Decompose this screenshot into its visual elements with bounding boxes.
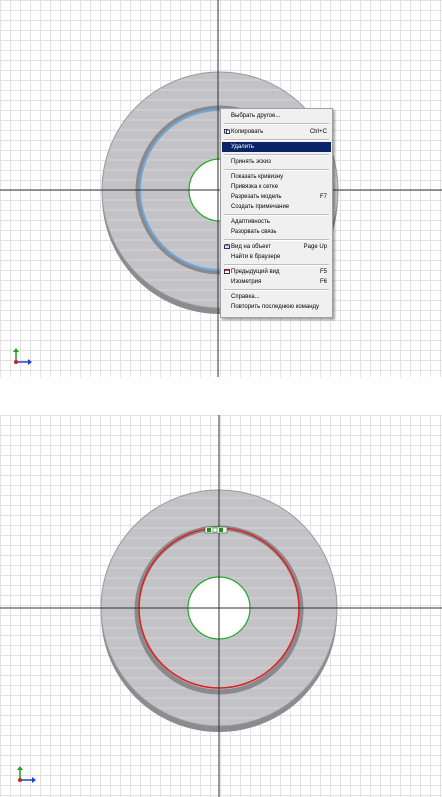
constraint-glyph-icon[interactable] [204, 526, 228, 534]
menu-separator [224, 289, 329, 291]
menu-item-adaptive[interactable]: Адаптивность [222, 217, 331, 227]
menu-item-isometric[interactable]: Изометрия F6 [222, 277, 331, 287]
context-menu[interactable]: Выбрать другое... Копировать Ctrl+C Удали… [220, 108, 333, 318]
menu-item-look-at[interactable]: Вид на объект Page Up [222, 242, 331, 252]
menu-item-show-curvature[interactable]: Показать кривизну [222, 172, 331, 182]
menu-separator [224, 169, 329, 171]
menu-item-break-link[interactable]: Разорвать связь [222, 227, 331, 237]
menu-item-snap-to-grid[interactable]: Привязка к сетке [222, 182, 331, 192]
menu-item-repeat-last-command[interactable]: Повторить последнюю команду [222, 302, 331, 312]
menu-separator [224, 139, 329, 141]
menu-separator [224, 123, 329, 125]
sketch-viewport-top[interactable]: Выбрать другое... Копировать Ctrl+C Удали… [0, 0, 442, 377]
menu-item-accept-sketch[interactable]: Принять эскиз [222, 157, 331, 167]
coordinate-triad-icon [17, 766, 36, 783]
menu-item-create-note[interactable]: Создать примечание [222, 202, 331, 212]
menu-separator [224, 154, 329, 156]
previous-view-icon [224, 269, 230, 274]
menu-item-delete[interactable]: Удалить [222, 142, 331, 152]
menu-item-select-other[interactable]: Выбрать другое... [222, 111, 331, 121]
menu-item-find-in-browser[interactable]: Найти в браузере [222, 252, 331, 262]
menu-separator [224, 239, 329, 241]
view-object-icon [224, 244, 230, 249]
menu-separator [224, 214, 329, 216]
menu-separator [224, 264, 329, 266]
sketch-viewport-bottom[interactable] [0, 415, 442, 797]
sketch-canvas-bottom[interactable] [0, 415, 442, 797]
menu-item-copy[interactable]: Копировать Ctrl+C [222, 127, 331, 137]
menu-item-help[interactable]: Справка... [222, 292, 331, 302]
menu-item-previous-view[interactable]: Предыдущий вид F5 [222, 267, 331, 277]
menu-item-slice-graphics[interactable]: Разрезать модель F7 [222, 192, 331, 202]
copy-icon [224, 129, 230, 134]
coordinate-triad-icon [13, 348, 32, 365]
